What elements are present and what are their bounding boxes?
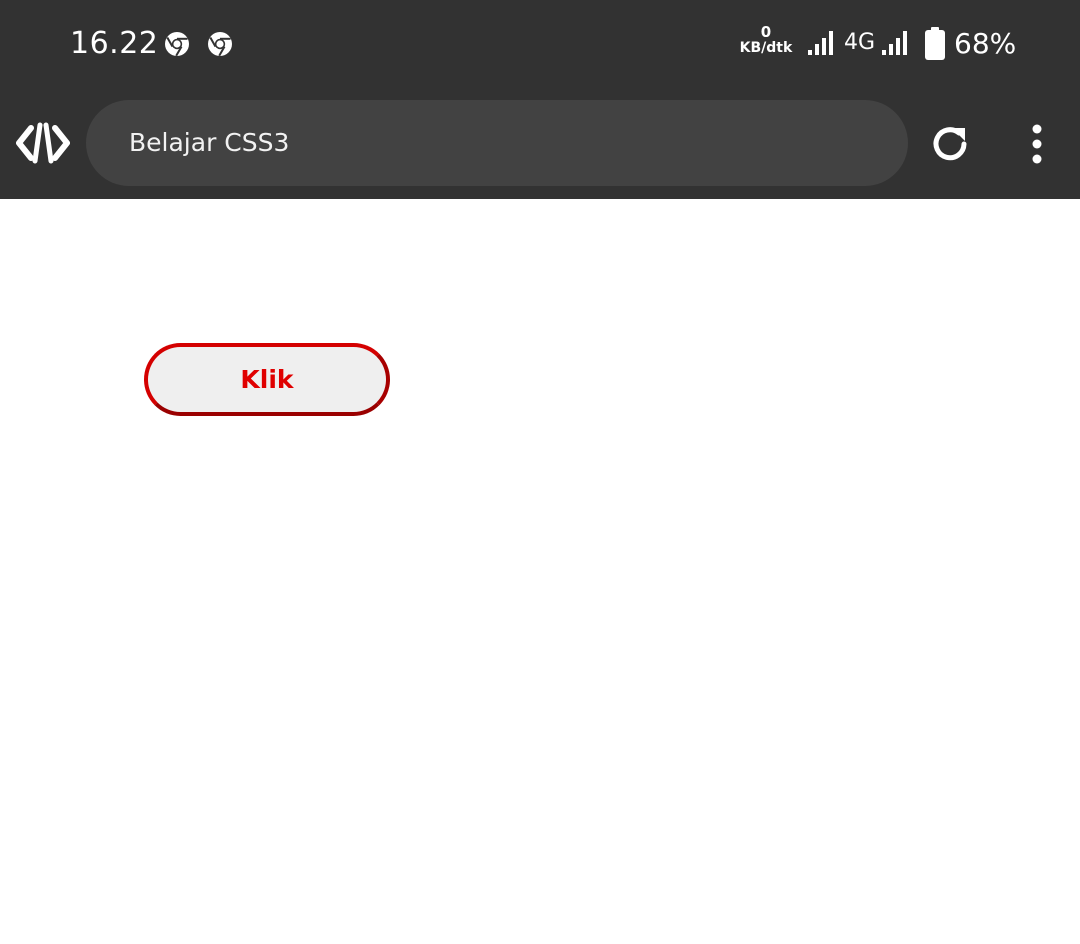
url-bar[interactable]: Belajar CSS3 [86, 100, 908, 186]
status-bar: 16.22 0 KB/dtk 4G 68% [0, 0, 1080, 90]
browser-toolbar: Belajar CSS3 [0, 90, 1080, 199]
page-title: Belajar CSS3 [129, 128, 290, 157]
reload-icon[interactable] [928, 122, 972, 166]
signal-icon [808, 31, 833, 55]
chrome-icon [165, 32, 189, 57]
network-speed-unit: KB/dtk [739, 40, 793, 56]
battery-percent: 68% [954, 27, 1017, 60]
page-content: Klik [0, 199, 1080, 944]
network-speed-value: 0 [760, 23, 772, 41]
chrome-icon [208, 32, 232, 57]
network-type: 4G [844, 30, 876, 55]
status-time: 16.22 [70, 26, 159, 61]
klik-button[interactable]: Klik [144, 343, 390, 416]
phone-screen: 16.22 0 KB/dtk 4G 68% Belajar CSS3 Klik [0, 0, 1080, 944]
network-speed: 0 KB/dtk [736, 24, 796, 56]
signal-icon [882, 31, 907, 55]
battery-icon [925, 27, 945, 60]
code-icon[interactable] [16, 122, 70, 164]
more-vertical-icon[interactable] [1024, 124, 1050, 164]
